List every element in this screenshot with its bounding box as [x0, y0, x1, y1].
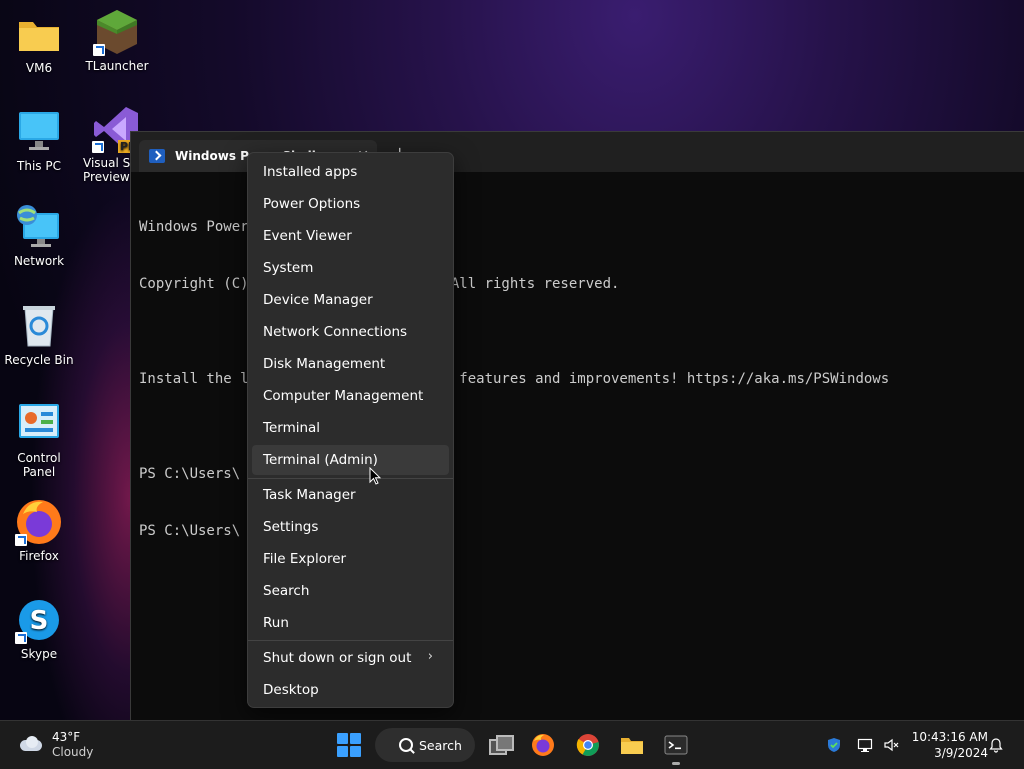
weather-widget[interactable]: 43°F Cloudy: [18, 730, 93, 760]
menu-item-disk-management[interactable]: Disk Management: [252, 349, 449, 379]
search-icon: [399, 738, 413, 752]
clock-date: 3/9/2024: [934, 746, 988, 760]
desktop-icon-label: Recycle Bin: [4, 353, 74, 367]
skype-icon: S: [15, 596, 63, 644]
desktop-icon-label: VM6: [25, 61, 53, 75]
desktop-icon-label: TLauncher: [85, 59, 149, 73]
menu-item-device-manager[interactable]: Device Manager: [252, 285, 449, 315]
notification-bell-icon[interactable]: [988, 737, 1004, 753]
task-view-button[interactable]: [487, 733, 514, 757]
firefox-taskbar-icon[interactable]: [531, 733, 555, 757]
menu-item-installed-apps[interactable]: Installed apps: [252, 157, 449, 187]
desktop-icon-control-panel[interactable]: Control Panel: [0, 400, 78, 479]
menu-item-terminal-admin[interactable]: Terminal (Admin): [252, 445, 449, 475]
desktop-icon-label: This PC: [17, 159, 61, 173]
desktop-icon-recycle-bin[interactable]: Recycle Bin: [0, 302, 78, 367]
menu-item-terminal[interactable]: Terminal: [252, 413, 449, 443]
mouse-cursor-icon: [369, 467, 381, 485]
menu-item-search[interactable]: Search: [252, 576, 449, 606]
taskbar-search-button[interactable]: Search: [375, 728, 475, 762]
menu-item-system[interactable]: System: [252, 253, 449, 283]
volume-muted-icon[interactable]: [883, 737, 899, 753]
menu-item-settings[interactable]: Settings: [252, 512, 449, 542]
chrome-taskbar-icon[interactable]: [576, 733, 600, 757]
desktop-icon-label: Skype: [20, 647, 58, 661]
menu-item-power-options[interactable]: Power Options: [252, 189, 449, 219]
folder-icon: [15, 10, 63, 58]
recycle-bin-icon: [15, 302, 63, 350]
desktop-icon-this-pc[interactable]: This PC: [0, 108, 78, 173]
control-panel-icon: [15, 400, 63, 448]
menu-item-run[interactable]: Run: [252, 608, 449, 638]
network-globe-icon: [15, 203, 63, 251]
chevron-right-icon: ›: [427, 649, 433, 664]
svg-text:S: S: [30, 606, 49, 636]
desktop-icon-visual-studio[interactable]: PRE Visual Studio 2022 Preview: [78, 105, 138, 184]
shortcut-arrow-icon: [92, 141, 104, 153]
monitor-icon: [15, 108, 63, 156]
winx-context-menu: Installed apps Power Options Event Viewe…: [247, 152, 454, 708]
desktop-icon-tlauncher[interactable]: TLauncher: [78, 8, 156, 73]
menu-item-file-explorer[interactable]: File Explorer: [252, 544, 449, 574]
shortcut-arrow-icon: [15, 534, 27, 546]
clock-time: 10:43:16 AM: [911, 730, 988, 744]
desktop-icon-label: Control Panel: [17, 451, 61, 479]
menu-item-computer-management[interactable]: Computer Management: [252, 381, 449, 411]
system-clock[interactable]: 10:43:16 AM 3/9/2024: [906, 729, 988, 761]
desktop-icon-label: Visual Studio 2022 Preview: [83, 156, 138, 184]
network-icon[interactable]: [857, 737, 873, 753]
terminal-taskbar-icon[interactable]: [664, 733, 688, 757]
desktop-icon-firefox[interactable]: Firefox: [0, 498, 78, 563]
windows-logo-icon: [337, 733, 348, 744]
menu-item-network-connections[interactable]: Network Connections: [252, 317, 449, 347]
desktop-icon-network[interactable]: Network: [0, 203, 78, 268]
menu-separator: [248, 478, 453, 479]
windows-security-shield-icon[interactable]: [826, 737, 842, 753]
menu-item-shut-down[interactable]: Shut down or sign out ›: [252, 643, 449, 673]
menu-item-desktop[interactable]: Desktop: [252, 675, 449, 705]
file-explorer-taskbar-icon[interactable]: [620, 733, 644, 757]
taskbar: 43°F Cloudy Search 10:43:16 AM 3/9/2024: [0, 720, 1024, 769]
active-app-indicator: [672, 762, 680, 765]
desktop-icon-label: Network: [13, 254, 65, 268]
firefox-icon: [15, 498, 63, 546]
menu-item-event-viewer[interactable]: Event Viewer: [252, 221, 449, 251]
shortcut-arrow-icon: [15, 632, 27, 644]
search-label: Search: [419, 737, 462, 753]
weather-condition: Cloudy: [52, 745, 94, 759]
start-button[interactable]: [337, 733, 361, 757]
desktop-icon-skype[interactable]: S Skype: [0, 596, 78, 661]
minecraft-block-icon: [93, 8, 141, 56]
menu-separator: [248, 640, 453, 641]
desktop-icon-vm6[interactable]: VM6: [0, 10, 78, 75]
powershell-icon: [149, 149, 165, 163]
shortcut-arrow-icon: [93, 44, 105, 56]
cloudy-weather-icon: [18, 736, 44, 752]
menu-item-task-manager[interactable]: Task Manager: [252, 480, 449, 510]
desktop-icon-label: Firefox: [19, 549, 59, 563]
weather-temperature: 43°F: [52, 730, 81, 744]
